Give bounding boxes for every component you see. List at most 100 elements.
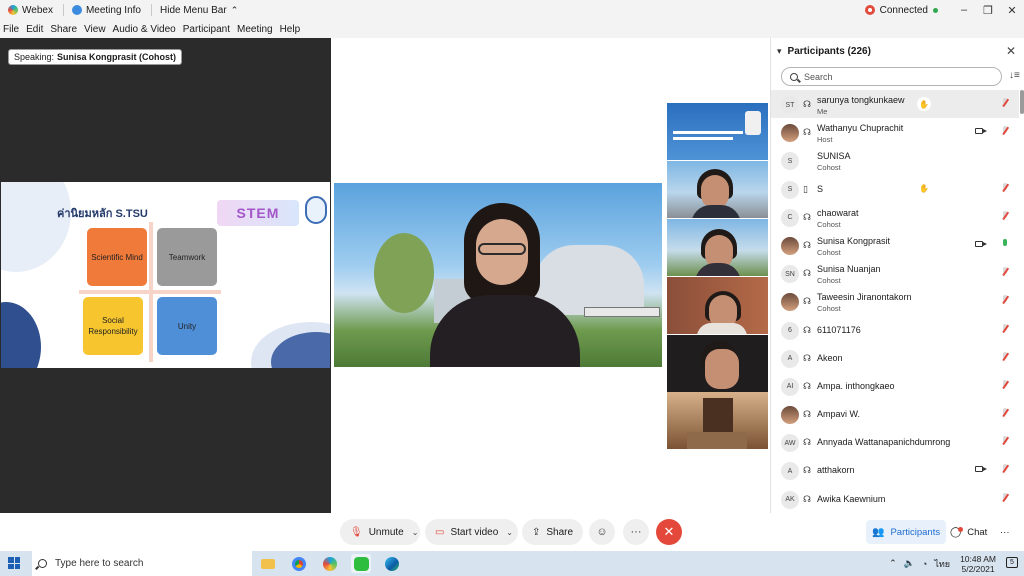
video-camera-icon [975, 128, 987, 135]
raised-hand-icon: ✋ [917, 181, 931, 196]
meeting-info-button[interactable]: Meeting Info [71, 0, 141, 20]
participant-row[interactable]: ☊ Wathanyu Chuprachit Host [771, 118, 1019, 146]
edge-icon[interactable] [382, 554, 402, 573]
video-thumbnail[interactable] [667, 219, 768, 276]
chevron-down-icon[interactable]: ▾ [777, 46, 782, 57]
speaking-indicator: Speaking: Sunisa Kongprasit (Cohost) [8, 49, 183, 65]
participant-name: S [817, 183, 824, 194]
chevron-down-icon[interactable]: ⌄ [506, 528, 513, 537]
taskbar-search-input[interactable]: Type here to search [32, 551, 252, 576]
menu-file[interactable]: File [3, 24, 19, 35]
participants-header[interactable]: ▾ Participants (226) [771, 38, 1024, 64]
maximize-button[interactable]: ❐ [976, 0, 1000, 20]
taskbar-clock[interactable]: 10:48 AM 5/2/2021 [960, 554, 996, 574]
volume-icon[interactable]: 🔈 [904, 558, 915, 569]
minimize-button[interactable]: – [952, 0, 976, 20]
participant-row[interactable]: ☊ Sunisa Kongprasit Cohost [771, 231, 1019, 259]
start-video-button[interactable]: ▭ Start video ⌄ [425, 519, 518, 545]
participant-row[interactable]: ST ☊ sarunya tongkunkaew Me ✋ [771, 90, 1019, 119]
menu-participant[interactable]: Participant [183, 24, 230, 35]
video-thumbnail[interactable] [667, 277, 768, 334]
participant-row[interactable]: ☊ Taweesin Jiranontakorn Cohost [771, 287, 1019, 315]
webex-taskbar-icon[interactable] [320, 554, 340, 573]
scrollbar[interactable] [1020, 90, 1024, 114]
participant-name: chaowarat [817, 207, 859, 218]
mic-muted-icon[interactable] [1002, 408, 1009, 419]
shared-slide[interactable]: ค่านิยมหลัก S.TSU STEM Scientific Mind T… [1, 182, 330, 368]
unmute-button[interactable]: 🎙 Unmute ⌄ [340, 519, 420, 545]
participant-row[interactable]: AW ☊ Annyada Wattanapanichdumrong [771, 428, 1019, 456]
active-speaker-video[interactable] [334, 183, 662, 367]
mic-muted-icon[interactable] [1002, 351, 1009, 363]
notification-center-icon[interactable]: 5 [1006, 557, 1018, 568]
participant-row[interactable]: AK ☊ Awika Kaewnium [771, 485, 1019, 513]
mic-muted-icon[interactable] [1002, 182, 1009, 194]
mic-muted-icon[interactable] [1002, 126, 1009, 137]
system-tray: ⌃ 🔈 ◔ ไทย 10:48 AM 5/2/2021 [882, 551, 996, 576]
participant-row[interactable]: C ☊ chaowarat Cohost [771, 203, 1019, 231]
headset-icon: ☊ [803, 99, 811, 109]
video-thumbnail[interactable] [667, 392, 768, 449]
mic-muted-icon[interactable] [1002, 210, 1009, 222]
participant-name: sarunya tongkunkaew [817, 95, 905, 105]
participant-name: 611071176 [817, 324, 861, 335]
chat-toggle-button[interactable]: ◯ Chat [944, 520, 993, 544]
video-thumbnail[interactable] [667, 103, 768, 160]
sort-icon[interactable]: ↓≡ [1009, 70, 1021, 82]
participant-row[interactable]: SN ☊ Sunisa Nuanjan Cohost [771, 259, 1019, 287]
headset-icon: ☊ [803, 268, 811, 279]
participant-name: Akeon [817, 352, 843, 363]
menu-view[interactable]: View [84, 24, 106, 35]
mic-muted-icon[interactable] [1002, 98, 1009, 109]
menu-meeting[interactable]: Meeting [237, 24, 273, 35]
participants-toggle-button[interactable]: 👥 Participants [866, 520, 947, 544]
line-app-icon[interactable] [351, 554, 371, 573]
connection-status[interactable]: Connected [864, 5, 938, 16]
participant-row[interactable]: S ▯ S ✋ [771, 175, 1019, 203]
phone-icon: ▯ [803, 183, 808, 194]
headset-icon: ☊ [803, 437, 811, 448]
file-explorer-icon[interactable] [258, 554, 278, 573]
participant-row[interactable]: A ☊ Akeon [771, 344, 1019, 372]
hide-menu-bar-button[interactable]: Hide Menu Bar ⌃ [160, 0, 238, 20]
more-options-button[interactable]: ··· [623, 519, 649, 545]
mic-muted-icon[interactable] [1002, 323, 1009, 335]
close-window-button[interactable]: ✕ [1000, 0, 1024, 20]
language-indicator[interactable]: ไทย [934, 557, 950, 571]
mic-muted-icon[interactable] [1002, 492, 1009, 504]
participant-role: Host [817, 135, 833, 145]
chevron-up-icon[interactable]: ⌃ [889, 558, 897, 569]
video-thumbnail[interactable] [667, 335, 768, 392]
participant-search-input[interactable]: Search [781, 67, 1002, 86]
participant-row[interactable]: A ☊ atthakorn [771, 456, 1019, 484]
end-meeting-button[interactable]: ✕ [656, 519, 682, 545]
share-button[interactable]: ⇪ Share [522, 519, 583, 545]
chevron-down-icon[interactable]: ⌄ [412, 528, 419, 537]
wifi-icon[interactable]: ◔ [922, 559, 927, 569]
mic-muted-icon[interactable] [1002, 436, 1009, 447]
menu-share[interactable]: Share [50, 24, 77, 35]
menu-help[interactable]: Help [280, 24, 301, 35]
mic-muted-icon[interactable] [1002, 379, 1009, 391]
mic-on-icon[interactable] [1002, 238, 1008, 250]
mic-muted-icon[interactable] [1002, 464, 1009, 475]
video-thumbnail[interactable] [667, 161, 768, 218]
menu-edit[interactable]: Edit [26, 24, 43, 35]
participant-row[interactable]: ☊ Ampavi W. [771, 400, 1019, 428]
raised-hand-icon: ✋ [917, 97, 931, 111]
avatar [781, 236, 799, 255]
mic-muted-icon[interactable] [1002, 267, 1009, 278]
participant-row[interactable]: S SUNISA Cohost [771, 146, 1019, 174]
mic-muted-icon[interactable] [1002, 295, 1009, 306]
menu-audio-video[interactable]: Audio & Video [113, 24, 176, 35]
windows-start-icon[interactable] [8, 557, 20, 569]
participant-row[interactable]: 6 ☊ 611071176 [771, 316, 1019, 344]
avatar: A [781, 462, 799, 481]
participant-row[interactable]: AI ☊ Ampa. inthongkaeo [771, 372, 1019, 400]
participants-panel: ▾ Participants (226) ✕ Search ↓≡ ST ☊ saru… [770, 38, 1024, 513]
close-panel-button[interactable]: ✕ [1006, 44, 1016, 58]
panel-more-button[interactable]: ··· [994, 520, 1016, 544]
reactions-button[interactable]: ☺ [589, 519, 615, 545]
divider [62, 4, 64, 16]
chrome-icon[interactable] [289, 554, 309, 573]
